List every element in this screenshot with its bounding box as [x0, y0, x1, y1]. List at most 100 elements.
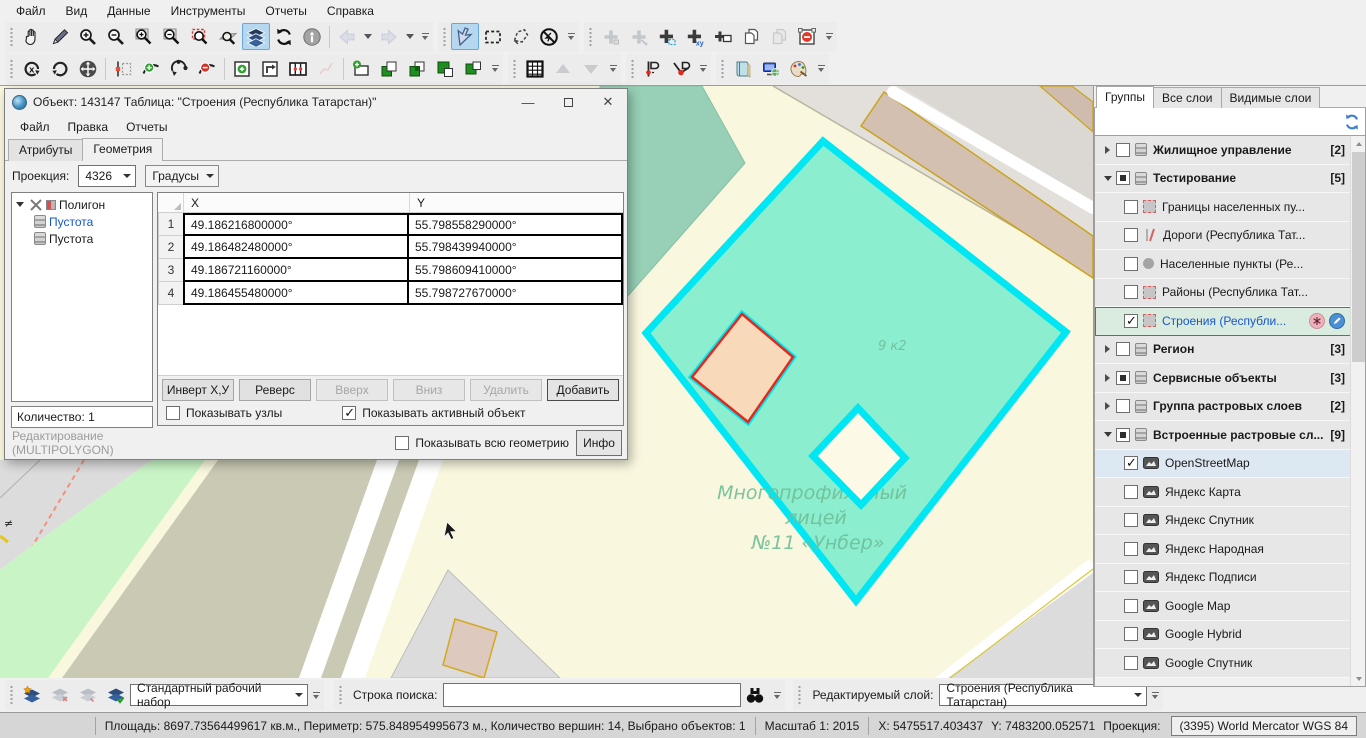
split-polyline-icon[interactable] [312, 55, 340, 82]
menu-view[interactable]: Вид [56, 2, 98, 20]
zoom-in-icon[interactable] [74, 23, 102, 50]
toolbar-overflow-icon[interactable] [771, 682, 783, 708]
layer-checkbox[interactable] [1124, 285, 1138, 299]
layer-checkbox[interactable] [1124, 314, 1138, 328]
zoom-out-icon[interactable] [102, 23, 130, 50]
layer-row-selected[interactable]: Строения (Республи... [1095, 307, 1365, 336]
zoom-window-in-icon[interactable] [130, 23, 158, 50]
show-nodes-checkbox[interactable] [166, 406, 180, 420]
layer-row[interactable]: OpenStreetMap [1095, 450, 1365, 479]
move-icon[interactable] [74, 55, 102, 82]
menu-file[interactable]: Файл [6, 2, 56, 20]
zoom-to-visible-icon[interactable] [214, 23, 242, 50]
layers-filter-input[interactable] [1095, 108, 1365, 135]
copy-icon[interactable] [737, 23, 765, 50]
layer-checkbox[interactable] [1116, 342, 1130, 356]
style-editor-icon[interactable] [785, 55, 813, 82]
tab-all-layers[interactable]: Все слои [1153, 87, 1222, 108]
tab-groups[interactable]: Группы [1096, 86, 1154, 108]
layer-checkbox[interactable] [1124, 570, 1138, 584]
minimize-icon[interactable]: — [511, 90, 545, 114]
layer-row[interactable]: Дороги (Республика Тат... [1095, 222, 1365, 251]
cell-x[interactable]: 49.186216800000° [183, 213, 409, 236]
back-icon[interactable] [333, 23, 361, 50]
dialog-menu-edit[interactable]: Правка [59, 117, 118, 137]
layers-refresh-icon[interactable] [1341, 111, 1362, 132]
select-icon[interactable] [451, 23, 479, 50]
scrollbar-thumb[interactable] [1352, 152, 1365, 362]
layer-group-row[interactable]: Сервисные объекты [3] [1095, 364, 1365, 393]
down-button[interactable]: Вниз [393, 379, 465, 401]
tree-node-void[interactable]: Пустота [14, 213, 150, 230]
layer-checkbox[interactable] [1124, 485, 1138, 499]
add-object-icon[interactable] [597, 23, 625, 50]
layer-checkbox[interactable] [1124, 599, 1138, 613]
layer-row[interactable]: Google Hybrid [1095, 621, 1365, 650]
layer-row[interactable]: Google Спутник [1095, 649, 1365, 678]
cell-y[interactable]: 55.798727670000° [409, 282, 623, 305]
delete-button[interactable]: Удалить [470, 379, 542, 401]
back-menu-icon[interactable] [361, 23, 375, 50]
toolbar-overflow-icon[interactable] [815, 56, 827, 82]
layer-group-row[interactable]: Жилищное управление [2] [1095, 136, 1365, 165]
status-projection-value[interactable]: (3395) World Mercator WGS 84 [1171, 716, 1358, 736]
zoom-window-out-icon[interactable] [158, 23, 186, 50]
toolbar-drag-handle[interactable] [630, 58, 635, 80]
expander-icon[interactable] [1101, 176, 1114, 181]
layer-group-row[interactable]: Группа растровых слоев [2] [1095, 393, 1365, 422]
workset-apply-icon[interactable] [102, 682, 130, 709]
dialog-menu-file[interactable]: Файл [11, 117, 59, 137]
tab-visible-layers[interactable]: Видимые слои [1221, 87, 1321, 108]
dialog-menu-reports[interactable]: Отчеты [117, 117, 176, 137]
add-vertex-object-icon[interactable] [653, 23, 681, 50]
layer-row[interactable]: Населенные пункты (Ре... [1095, 250, 1365, 279]
forward-menu-icon[interactable] [403, 23, 417, 50]
tab-attributes[interactable]: Атрибуты [8, 139, 83, 161]
zoom-to-selection-icon[interactable] [186, 23, 214, 50]
layer-row[interactable]: Google Map [1095, 592, 1365, 621]
dialog-titlebar[interactable]: Объект: 143147 Таблица: "Строения (Респу… [5, 89, 627, 115]
split-by-line-icon[interactable] [639, 55, 667, 82]
vertex-delete-icon[interactable] [193, 55, 221, 82]
journal-icon[interactable] [729, 55, 757, 82]
add-by-coordinates-icon[interactable]: xy [681, 23, 709, 50]
workset-select[interactable]: Стандартный рабочий набор [130, 684, 308, 706]
workset-delete-icon[interactable] [46, 682, 74, 709]
column-header-y[interactable]: Y [410, 193, 623, 212]
projection-select[interactable]: 4326 [78, 165, 136, 187]
toolbar-drag-handle[interactable] [588, 26, 593, 48]
cell-x[interactable]: 49.186721160000° [183, 259, 409, 282]
cell-y[interactable]: 55.798558290000° [409, 213, 623, 236]
rect-create-icon[interactable] [347, 55, 375, 82]
layer-row[interactable]: Яндекс Народная [1095, 535, 1365, 564]
delete-object-icon[interactable] [793, 23, 821, 50]
units-select[interactable]: Градусы [145, 165, 219, 187]
toolbar-overflow-icon[interactable] [419, 24, 431, 50]
toolbar-drag-handle[interactable] [9, 58, 14, 80]
tree-node-polygon[interactable]: Полигон [14, 196, 150, 213]
measure-icon[interactable] [46, 23, 74, 50]
frame-create-icon[interactable] [228, 55, 256, 82]
toolbar-overflow-icon[interactable] [489, 56, 501, 82]
tab-geometry[interactable]: Геометрия [82, 138, 163, 161]
close-icon[interactable]: ✕ [591, 90, 625, 114]
tree-node-void[interactable]: Пустота [14, 230, 150, 247]
intersect-icon[interactable] [403, 55, 431, 82]
info-icon[interactable] [298, 23, 326, 50]
workset-plain-icon[interactable] [74, 682, 102, 709]
cell-y[interactable]: 55.798439940000° [409, 236, 623, 259]
cell-x[interactable]: 49.186455480000° [183, 282, 409, 305]
layer-checkbox[interactable] [1124, 228, 1138, 242]
services-icon[interactable] [757, 55, 785, 82]
expander-icon[interactable] [1101, 432, 1114, 437]
toolbar-drag-handle[interactable] [9, 684, 14, 706]
show-active-object-checkbox[interactable] [342, 406, 356, 420]
pan-icon[interactable] [18, 23, 46, 50]
layer-group-row[interactable]: Регион [3] [1095, 336, 1365, 365]
layer-checkbox[interactable] [1116, 143, 1130, 157]
vertical-scrollbar[interactable] [1350, 136, 1365, 686]
layer-checkbox[interactable] [1124, 656, 1138, 670]
scroll-up-icon[interactable] [1351, 136, 1366, 151]
previous-icon[interactable] [549, 55, 577, 82]
toolbar-overflow-icon[interactable] [697, 56, 709, 82]
